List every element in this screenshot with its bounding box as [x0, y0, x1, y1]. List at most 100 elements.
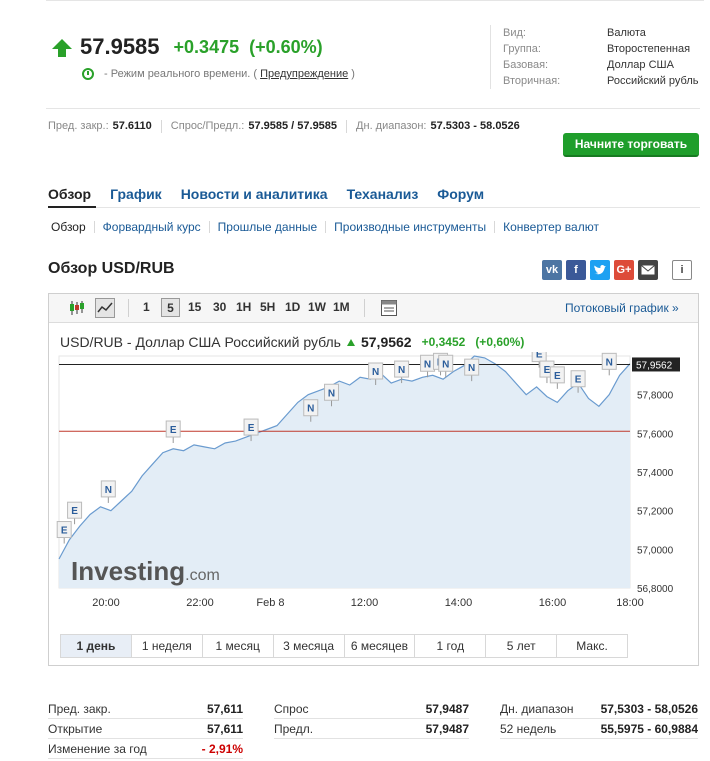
toolbar-separator — [364, 299, 365, 317]
info-key: Вторичная: — [503, 75, 561, 87]
info-row: Вторичная: Российский рубль — [503, 73, 699, 89]
google-plus-icon[interactable]: G+ — [614, 260, 634, 280]
info-row: Группа: Второстепенная — [503, 41, 699, 57]
price-change-percent: (+0.60%) — [249, 36, 323, 57]
prev-close-value: 57.6110 — [112, 120, 152, 132]
x-tick-label: 12:00 — [351, 597, 379, 609]
envelope-glyph — [641, 265, 655, 275]
sub-tabs: Обзор Форвардный курс Прошлые данные Про… — [48, 220, 607, 234]
stats-line: Пред. закр.: 57.6110 Спрос/Предл.: 57.95… — [48, 120, 520, 133]
streaming-chart-link[interactable]: Потоковый график » — [565, 301, 679, 315]
range-5-years[interactable]: 5 лет — [486, 635, 558, 657]
summary-key: Предл. — [274, 722, 314, 736]
y-tick-label: 57,6000 — [637, 429, 674, 440]
twitter-icon[interactable] — [590, 260, 610, 280]
subtab-forward-rates[interactable]: Форвардный курс — [95, 220, 209, 234]
x-tick-label: 20:00 — [92, 597, 120, 609]
chart-instrument-name: USD/RUB - Доллар США Российский рубль — [60, 334, 341, 350]
interval-1d[interactable]: 1D — [285, 300, 300, 314]
interval-1[interactable]: 1 — [143, 300, 150, 314]
x-tick-label: 18:00 — [616, 597, 644, 609]
interval-1m[interactable]: 1M — [333, 300, 350, 314]
day-range-label: Дн. диапазон: — [356, 120, 427, 132]
summary-cell: Пред. закр. 57,611 — [48, 699, 243, 719]
last-value-label: 57,9562 — [636, 360, 673, 371]
range-1-month[interactable]: 1 месяц — [203, 635, 274, 657]
tab-forum[interactable]: Форум — [437, 186, 484, 202]
summary-value: 57,9487 — [425, 722, 469, 736]
event-marker-label: N — [372, 367, 379, 378]
range-1-day[interactable]: 1 день — [61, 635, 132, 657]
price-change: +0.3475 — [173, 36, 240, 57]
summary-key: Дн. диапазон — [500, 702, 574, 716]
facebook-icon[interactable]: f — [566, 260, 586, 280]
y-tick-label: 57,8000 — [637, 391, 674, 402]
interval-30[interactable]: 30 — [213, 300, 226, 314]
info-icon[interactable]: i — [672, 260, 692, 280]
summary-cell: Дн. диапазон 57,5303 - 58,0526 — [500, 699, 698, 719]
summary-cell: Предл. 57,9487 — [274, 719, 469, 739]
realtime-notice: - Режим реального времени. ( Предупрежде… — [82, 68, 355, 80]
tab-technical[interactable]: Теханализ — [347, 186, 419, 202]
interval-1w[interactable]: 1W — [308, 300, 326, 314]
tab-chart[interactable]: График — [110, 186, 162, 202]
active-tab-underline — [48, 206, 96, 208]
subtab-overview[interactable]: Обзор — [48, 220, 94, 234]
warning-link[interactable]: Предупреждение — [260, 68, 348, 80]
main-tabs: Обзор График Новости и аналитика Теханал… — [48, 186, 503, 202]
event-marker-label: N — [468, 363, 475, 374]
range-6-months[interactable]: 6 месяцев — [345, 635, 416, 657]
toolbar-separator — [128, 299, 129, 317]
prev-close-label: Пред. закр.: — [48, 120, 109, 132]
x-tick-label: 14:00 — [445, 597, 473, 609]
x-tick-label: 22:00 — [186, 597, 214, 609]
event-marker-label: N — [307, 404, 314, 415]
interval-5[interactable]: 5 — [161, 298, 180, 317]
price-chart[interactable]: Investing.com57,800057,600057,400057,200… — [49, 352, 699, 624]
x-tick-label: 16:00 — [539, 597, 567, 609]
interval-5h[interactable]: 5H — [260, 300, 275, 314]
summary-value: 55,5975 - 60,9884 — [600, 722, 698, 736]
interval-15[interactable]: 15 — [188, 300, 201, 314]
event-marker-label: N — [398, 365, 405, 376]
table-view-icon[interactable] — [380, 299, 398, 317]
tab-overview[interactable]: Обзор — [48, 186, 91, 202]
y-tick-label: 57,4000 — [637, 468, 674, 479]
x-tick-label: Feb 8 — [256, 597, 284, 609]
range-max[interactable]: Макс. — [557, 635, 627, 657]
tab-news[interactable]: Новости и аналитика — [181, 186, 328, 202]
summary-table: Пред. закр. 57,611 Спрос 57,9487 Дн. диапа… — [48, 699, 698, 759]
candlestick-icon[interactable] — [68, 299, 86, 317]
subtab-currency-converter[interactable]: Конвертер валют — [495, 220, 607, 234]
range-1-week[interactable]: 1 неделя — [132, 635, 203, 657]
subtab-historical-data[interactable]: Прошлые данные — [210, 220, 325, 234]
summary-value: 57,611 — [206, 702, 243, 716]
investing-watermark-suffix: .com — [185, 567, 220, 584]
event-marker-label: N — [606, 357, 613, 368]
info-key: Базовая: — [503, 59, 549, 71]
info-value: Доллар США — [607, 59, 674, 71]
interval-1h[interactable]: 1H — [236, 300, 251, 314]
vk-icon[interactable]: vk — [542, 260, 562, 280]
start-trading-button[interactable]: Начните торговать — [563, 133, 699, 157]
event-marker-label: N — [424, 359, 431, 370]
table-row: Изменение за год - 2,91% — [48, 739, 698, 759]
info-row: Базовая: Доллар США — [503, 57, 699, 73]
range-3-months[interactable]: 3 месяца — [274, 635, 345, 657]
chart-last-price: 57,9562 — [360, 334, 412, 350]
table-row: Открытие 57,611 Предл. 57,9487 52 недель 55… — [48, 719, 698, 739]
realtime-close: ) — [351, 68, 355, 80]
range-selector: 1 день 1 неделя 1 месяц 3 месяца 6 месяц… — [60, 634, 628, 658]
clock-icon — [82, 68, 94, 80]
range-1-year[interactable]: 1 год — [415, 635, 487, 657]
y-tick-label: 56,8000 — [637, 584, 674, 595]
summary-cell: Изменение за год - 2,91% — [48, 739, 243, 759]
line-chart-icon[interactable] — [95, 298, 115, 318]
event-marker-label: E — [536, 352, 543, 361]
summary-cell: 52 недель 55,5975 - 60,9884 — [500, 719, 698, 739]
up-arrow-icon — [52, 39, 72, 57]
mail-icon[interactable] — [638, 260, 658, 280]
subtab-derivatives[interactable]: Производные инструменты — [326, 220, 494, 234]
stats-separator — [346, 120, 348, 133]
y-tick-label: 57,2000 — [637, 507, 674, 518]
